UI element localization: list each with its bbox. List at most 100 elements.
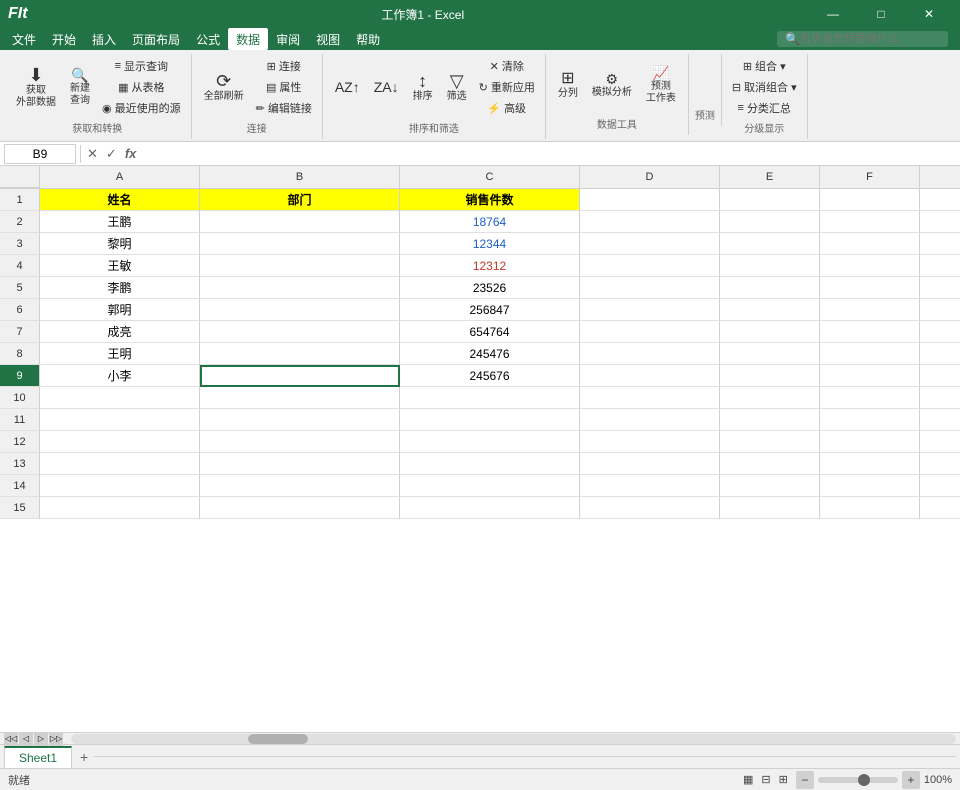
menu-file[interactable]: 文件 <box>4 28 44 50</box>
cell-g8[interactable] <box>920 343 960 365</box>
cell-d9[interactable] <box>580 365 720 387</box>
cell-b8[interactable] <box>200 343 400 365</box>
row-num-13[interactable]: 13 <box>0 453 40 475</box>
cell-b12[interactable] <box>200 431 400 453</box>
cell-c5[interactable]: 23526 <box>400 277 580 299</box>
view-normal-icon[interactable]: ▦ <box>743 773 753 786</box>
cell-b2[interactable] <box>200 211 400 233</box>
cell-c14[interactable] <box>400 475 580 497</box>
cell-e5[interactable] <box>720 277 820 299</box>
cell-g12[interactable] <box>920 431 960 453</box>
cell-c10[interactable] <box>400 387 580 409</box>
cell-d14[interactable] <box>580 475 720 497</box>
cell-d10[interactable] <box>580 387 720 409</box>
show-query-button[interactable]: ≡ 显示查询 <box>98 56 185 76</box>
col-header-c[interactable]: C <box>400 166 580 188</box>
cell-g6[interactable] <box>920 299 960 321</box>
nav-first-sheet[interactable]: ◁◁ <box>4 732 18 746</box>
row-num-10[interactable]: 10 <box>0 387 40 409</box>
cell-a12[interactable] <box>40 431 200 453</box>
row-num-15[interactable]: 15 <box>0 497 40 519</box>
cell-b10[interactable] <box>200 387 400 409</box>
cell-d5[interactable] <box>580 277 720 299</box>
cell-a2[interactable]: 王鹏 <box>40 211 200 233</box>
menu-help[interactable]: 帮助 <box>348 28 388 50</box>
confirm-formula-icon[interactable]: ✓ <box>104 146 119 162</box>
nav-last-sheet[interactable]: ▷▷ <box>49 732 63 746</box>
nav-next-sheet[interactable]: ▷ <box>34 732 48 746</box>
zoom-out-button[interactable]: − <box>796 771 814 789</box>
cell-f4[interactable] <box>820 255 920 277</box>
cell-d4[interactable] <box>580 255 720 277</box>
cell-a10[interactable] <box>40 387 200 409</box>
cell-f1[interactable] <box>820 189 920 211</box>
cell-e14[interactable] <box>720 475 820 497</box>
forecast-sheet-button[interactable]: 📈 预测工作表 <box>640 56 682 114</box>
cell-e12[interactable] <box>720 431 820 453</box>
cell-g11[interactable] <box>920 409 960 431</box>
cell-c12[interactable] <box>400 431 580 453</box>
cell-d2[interactable] <box>580 211 720 233</box>
cell-a6[interactable]: 郭明 <box>40 299 200 321</box>
cell-e10[interactable] <box>720 387 820 409</box>
col-header-a[interactable]: A <box>40 166 200 188</box>
zoom-in-button[interactable]: + <box>902 771 920 789</box>
cancel-formula-icon[interactable]: ✕ <box>85 146 100 162</box>
menu-home[interactable]: 开始 <box>44 28 84 50</box>
row-num-4[interactable]: 4 <box>0 255 40 277</box>
cell-e3[interactable] <box>720 233 820 255</box>
cell-a15[interactable] <box>40 497 200 519</box>
col-header-e[interactable]: E <box>720 166 820 188</box>
cell-g1[interactable] <box>920 189 960 211</box>
cell-d12[interactable] <box>580 431 720 453</box>
cell-g3[interactable] <box>920 233 960 255</box>
cell-c15[interactable] <box>400 497 580 519</box>
cell-b7[interactable] <box>200 321 400 343</box>
row-num-3[interactable]: 3 <box>0 233 40 255</box>
row-num-7[interactable]: 7 <box>0 321 40 343</box>
zoom-handle[interactable] <box>858 774 870 786</box>
cell-e1[interactable] <box>720 189 820 211</box>
row-num-11[interactable]: 11 <box>0 409 40 431</box>
sheet-tab-sheet1[interactable]: Sheet1 <box>4 746 72 768</box>
cell-c4[interactable]: 12312 <box>400 255 580 277</box>
row-num-14[interactable]: 14 <box>0 475 40 497</box>
cell-e7[interactable] <box>720 321 820 343</box>
sort-asc-button[interactable]: AZ↑ <box>329 58 366 116</box>
cell-e4[interactable] <box>720 255 820 277</box>
cell-f15[interactable] <box>820 497 920 519</box>
from-table-button[interactable]: ▦ 从表格 <box>98 77 185 97</box>
clear-button[interactable]: ✕ 清除 <box>475 56 539 76</box>
menu-data[interactable]: 数据 <box>228 28 268 50</box>
cell-f12[interactable] <box>820 431 920 453</box>
group-button[interactable]: ⊞ 组合 ▾ <box>728 56 801 76</box>
scroll-thumb[interactable] <box>248 734 308 744</box>
cell-b15[interactable] <box>200 497 400 519</box>
sort-button[interactable]: ↕ 排序 <box>407 58 439 116</box>
cell-c2[interactable]: 18764 <box>400 211 580 233</box>
row-num-9[interactable]: 9 <box>0 365 40 387</box>
row-num-12[interactable]: 12 <box>0 431 40 453</box>
cell-g5[interactable] <box>920 277 960 299</box>
nav-prev-sheet[interactable]: ◁ <box>19 732 33 746</box>
connections-button[interactable]: ⊞ 连接 <box>252 56 316 76</box>
row-num-8[interactable]: 8 <box>0 343 40 365</box>
edit-links-button[interactable]: ✏ 编辑链接 <box>252 98 316 118</box>
cell-f2[interactable] <box>820 211 920 233</box>
ungroup-button[interactable]: ⊟ 取消组合 ▾ <box>728 77 801 97</box>
cell-d1[interactable] <box>580 189 720 211</box>
subtotal-button[interactable]: ≡ 分类汇总 <box>728 98 801 118</box>
horizontal-scrollbar[interactable]: ◁◁ ◁ ▷ ▷▷ <box>0 732 960 744</box>
formula-input[interactable] <box>142 147 956 161</box>
cell-c11[interactable] <box>400 409 580 431</box>
refresh-all-button[interactable]: ⟳ 全部刷新 <box>198 58 250 116</box>
cell-c1[interactable]: 销售件数 <box>400 189 580 211</box>
cell-a7[interactable]: 成亮 <box>40 321 200 343</box>
menu-page-layout[interactable]: 页面布局 <box>124 28 188 50</box>
cell-c9[interactable]: 245676 <box>400 365 580 387</box>
cell-e15[interactable] <box>720 497 820 519</box>
recent-sources-button[interactable]: ◉ 最近使用的源 <box>98 98 185 118</box>
cell-a5[interactable]: 李鹏 <box>40 277 200 299</box>
cell-b14[interactable] <box>200 475 400 497</box>
view-page-icon[interactable]: ⊞ <box>779 773 788 786</box>
